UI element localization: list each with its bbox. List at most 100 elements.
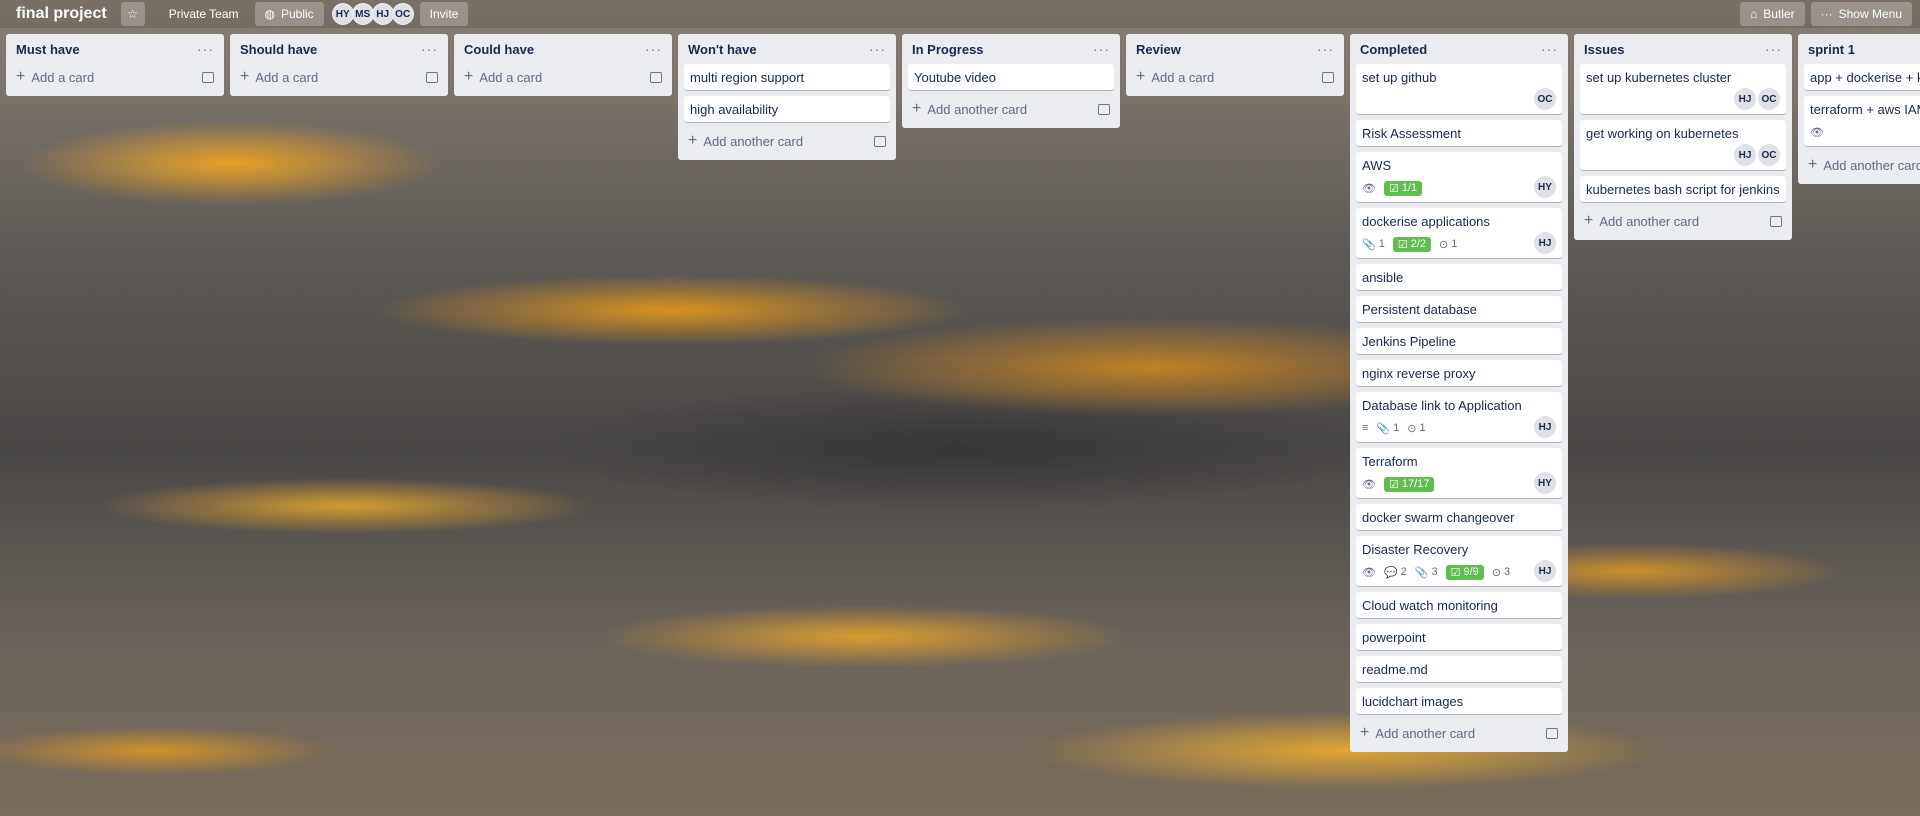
- card-title: lucidchart images: [1362, 694, 1464, 709]
- card[interactable]: ansible: [1356, 264, 1562, 290]
- card[interactable]: high availability: [684, 96, 890, 122]
- card-member-avatar[interactable]: OC: [1534, 88, 1556, 110]
- card[interactable]: Jenkins Pipeline: [1356, 328, 1562, 354]
- template-icon[interactable]: [874, 135, 886, 147]
- card[interactable]: AWS 👁 ☑ 1/1 HY: [1356, 152, 1562, 202]
- show-menu-button[interactable]: ··· Show Menu: [1810, 2, 1912, 26]
- card-member-avatar[interactable]: HY: [1534, 176, 1556, 198]
- card-badges: 👁 ☑ 17/17: [1362, 474, 1556, 494]
- list-header: Completed ···: [1356, 34, 1562, 64]
- more-icon[interactable]: ···: [1317, 41, 1334, 57]
- add-card-row: + Add another card: [1580, 208, 1786, 234]
- card[interactable]: readme.md: [1356, 656, 1562, 682]
- list: sprint 1··· app + dockerise + ku terraform…: [1798, 34, 1920, 184]
- more-icon[interactable]: ···: [1541, 41, 1558, 57]
- list-header: Must have ···: [12, 34, 218, 64]
- more-icon[interactable]: ···: [645, 41, 662, 57]
- card[interactable]: powerpoint: [1356, 624, 1562, 650]
- card[interactable]: app + dockerise + ku: [1804, 64, 1920, 90]
- template-icon[interactable]: [426, 71, 438, 83]
- list-title[interactable]: Could have: [464, 42, 534, 57]
- card-member-avatar[interactable]: HJ: [1534, 560, 1556, 582]
- add-card-button[interactable]: + Add another card: [912, 101, 1027, 117]
- member-avatar[interactable]: HY: [331, 3, 354, 25]
- list-title[interactable]: Should have: [240, 42, 317, 57]
- card[interactable]: Database link to Application ≡ 📎 1 ⊙ 1 HJ: [1356, 392, 1562, 442]
- list-header: sprint 1···: [1804, 34, 1920, 64]
- attachments-count: 1: [1378, 238, 1385, 250]
- eye-icon: 👁: [1362, 566, 1376, 579]
- more-icon[interactable]: ···: [197, 41, 214, 57]
- add-card-label: Add a card: [255, 69, 319, 85]
- paperclip-icon: 📎: [1362, 238, 1376, 251]
- list-title[interactable]: Issues: [1584, 42, 1624, 57]
- add-card-button[interactable]: + Add another card: [688, 133, 803, 149]
- card[interactable]: dockerise applications 📎 1 ☑ 2/2 ⊙ 1 HJ: [1356, 208, 1562, 258]
- list-title[interactable]: Won't have: [688, 42, 757, 57]
- card[interactable]: kubernetes bash script for jenkins: [1580, 176, 1786, 202]
- card[interactable]: Disaster Recovery 👁 💬 2 📎 3 ☑ 9/9 ⊙ 3 HJ: [1356, 536, 1562, 586]
- card-member-avatar[interactable]: HJ: [1734, 144, 1756, 166]
- more-icon[interactable]: ···: [869, 41, 886, 57]
- star-button[interactable]: ☆: [120, 2, 145, 26]
- show-menu-label: Show Menu: [1838, 7, 1902, 21]
- card-member-avatar[interactable]: HJ: [1534, 416, 1556, 438]
- member-avatar[interactable]: HJ: [371, 3, 394, 25]
- list-title[interactable]: In Progress: [912, 42, 984, 57]
- card-member-avatar[interactable]: OC: [1758, 144, 1780, 166]
- invite-button[interactable]: Invite: [419, 2, 469, 26]
- add-card-button[interactable]: + Add another card: [1360, 725, 1475, 741]
- list-title[interactable]: Review: [1136, 42, 1181, 57]
- more-icon[interactable]: ···: [1765, 41, 1782, 57]
- member-avatar[interactable]: MS: [351, 3, 374, 25]
- list-title[interactable]: sprint 1: [1808, 42, 1855, 57]
- list-header: Issues ···: [1580, 34, 1786, 64]
- add-card-button[interactable]: + Add a card: [240, 69, 318, 85]
- add-card-button[interactable]: + Add a card: [1136, 69, 1214, 85]
- star-icon: ☆: [127, 7, 139, 21]
- template-icon[interactable]: [1770, 215, 1782, 227]
- card[interactable]: lucidchart images: [1356, 688, 1562, 714]
- checkbox-icon: ☑: [1450, 566, 1461, 579]
- card[interactable]: set up github OC: [1356, 64, 1562, 114]
- card[interactable]: docker swarm changeover: [1356, 504, 1562, 530]
- card[interactable]: nginx reverse proxy: [1356, 360, 1562, 386]
- card-member-avatar[interactable]: OC: [1758, 88, 1780, 110]
- add-card-row: + Add another card: [684, 128, 890, 154]
- template-icon[interactable]: [650, 71, 662, 83]
- card[interactable]: multi region support: [684, 64, 890, 90]
- add-card-button[interactable]: + Add another card: [1584, 213, 1699, 229]
- card-member-avatar[interactable]: HJ: [1734, 88, 1756, 110]
- list-title[interactable]: Must have: [16, 42, 80, 57]
- attachments-badge: 📎 1: [1376, 422, 1399, 435]
- more-icon[interactable]: ···: [1093, 41, 1110, 57]
- card-member-avatar[interactable]: HJ: [1534, 232, 1556, 254]
- template-icon[interactable]: [1546, 727, 1558, 739]
- card-title: app + dockerise + ku: [1810, 70, 1920, 85]
- template-icon[interactable]: [1322, 71, 1334, 83]
- add-card-button[interactable]: + Add another card: [1808, 157, 1920, 173]
- card-title: high availability: [690, 102, 779, 117]
- template-icon[interactable]: [1098, 103, 1110, 115]
- butler-button[interactable]: ⌂ Butler: [1740, 2, 1805, 26]
- list-header: In Progress ···: [908, 34, 1114, 64]
- card[interactable]: terraform + aws IAM 👁: [1804, 96, 1920, 146]
- more-icon[interactable]: ···: [421, 41, 438, 57]
- card-member-avatar[interactable]: HY: [1534, 472, 1556, 494]
- team-button[interactable]: Private Team: [159, 2, 249, 26]
- add-card-button[interactable]: + Add a card: [16, 69, 94, 85]
- card[interactable]: Cloud watch monitoring: [1356, 592, 1562, 618]
- template-icon[interactable]: [202, 71, 214, 83]
- card[interactable]: set up kubernetes cluster OC HJ: [1580, 64, 1786, 114]
- board-title[interactable]: final project: [8, 5, 115, 23]
- member-avatar[interactable]: OC: [391, 3, 414, 25]
- card[interactable]: Terraform 👁 ☑ 17/17 HY: [1356, 448, 1562, 498]
- card[interactable]: Youtube video: [908, 64, 1114, 90]
- list-title[interactable]: Completed: [1360, 42, 1427, 57]
- add-card-button[interactable]: + Add a card: [464, 69, 542, 85]
- card[interactable]: Persistent database: [1356, 296, 1562, 322]
- visibility-button[interactable]: ◍ Public: [254, 2, 324, 26]
- card[interactable]: get working on kubernetes OC HJ: [1580, 120, 1786, 170]
- card-title: AWS: [1362, 158, 1392, 173]
- card[interactable]: Risk Assessment: [1356, 120, 1562, 146]
